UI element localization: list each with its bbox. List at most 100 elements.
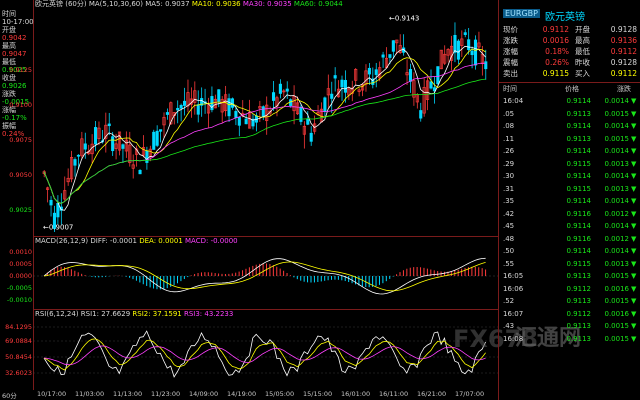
arrow-down-icon: ▼ [631,197,637,205]
candle-body [155,130,159,146]
rsi-y-tick: 69.0884 [5,337,32,345]
candle-body [176,107,180,111]
x-tick-label: 11/13:00 [113,390,143,398]
candle-body [374,69,378,75]
rsi3-value: RSI3: 43.2233 [183,310,234,318]
candlestick-chart[interactable]: ←0.9143 ←0.9007 [33,10,498,235]
macd-chart[interactable] [33,246,498,306]
rsi-legend: RSI(6,12,24) RSI1: 27.6629 RSI2: 37.1591… [35,310,233,319]
macd-y-tick: 0.0005 [9,260,32,268]
candle-body [121,144,125,149]
tick-row: .43 0.9113 0.0015 ▼ [503,322,637,330]
candle-body [333,75,337,79]
arrow-down-icon: ▼ [631,147,637,155]
ma5-value: MA5: 0.9037 [145,0,190,8]
x-tick-label: 16/21:00 [417,390,447,398]
candle-body [278,83,282,94]
ma5-line [43,45,486,211]
candle-body [484,61,488,70]
macd-y-tick: 0.0000 [9,272,32,280]
candle-body [340,79,344,88]
tick-row: .11 0.9113 0.0015 ▼ [503,134,637,143]
quote-row: 卖出 0.9115 买入 0.9112 [503,69,637,78]
arrow-down-icon: ▼ [631,172,637,180]
candle-body [367,67,371,75]
candle-body [56,203,60,218]
chart-title: 欧元英镑 (60分) [35,0,87,8]
candle-body [388,54,392,58]
info-label: 时间 [2,10,16,18]
ma10-line [43,48,486,204]
candle-body [456,40,460,60]
arrow-down-icon: ▼ [631,272,637,280]
rsi-chart[interactable] [33,319,498,389]
info-label: 收盘 [2,74,16,82]
candle-body [145,150,149,163]
x-tick-label: 15/15:00 [303,390,333,398]
arrow-down-icon: ▼ [631,322,637,330]
rsi-y-tick: 32.6023 [5,369,32,377]
x-tick-label: 15/05:00 [265,390,295,398]
y-tick-label: 0.9050 [9,171,32,179]
x-tick-label: 14/09:00 [189,390,219,398]
candle-body [152,131,156,150]
candle-body [234,111,238,118]
divider [499,82,640,83]
candle-body [271,92,276,101]
candle-body [244,118,248,125]
macd-legend: MACD(26,12,9) DIFF: -0.0001 DEA: 0.0001 … [35,237,238,246]
info-label: 涨跌 [2,90,16,98]
ma30-value: MA30: 0.9035 [242,0,292,8]
macd-y-tick: -0.0005 [6,284,32,292]
quote-row: 涨跌 0.0016 最高 0.9136 [503,36,637,45]
y-tick-label: 0.9100 [9,101,32,109]
info-value: 0.9047 [2,50,27,58]
arrow-down-icon: ▼ [631,222,637,230]
x-tick-label: 14/19:00 [227,390,257,398]
tick-row: 16:08 0.9113 0.0015 ▼ [503,334,637,343]
candle-body [237,116,241,126]
candle-body [93,127,98,145]
x-tick-label: 11/03:00 [75,390,105,398]
candle-body [227,98,231,117]
rsi-label: RSI(6,12,24) [35,310,79,318]
candle-body [182,100,187,106]
candle-body [285,88,289,92]
tick-row: 16:05 0.9113 0.0015 ▼ [503,272,637,280]
candle-body [179,105,183,109]
tick-row: .35 0.9114 0.0014 ▼ [503,197,637,205]
tick-row: .52 0.9113 0.0015 ▼ [503,297,637,305]
tick-row: .55 0.9115 0.0013 ▼ [503,259,637,268]
macd-diff: DIFF: -0.0001 [90,237,137,245]
candle-body [165,112,169,115]
arrow-down-icon: ▼ [631,234,637,243]
symbol-header[interactable]: EURGBP 欧元英镑 [499,8,640,23]
info-label: 开盘 [2,26,16,34]
candle-body [83,143,87,150]
arrow-down-icon: ▼ [631,284,637,293]
ma10-value: MA10: 0.9036 [191,0,241,8]
tick-row: .48 0.9116 0.0012 ▼ [503,234,637,243]
x-tick-label: 17/07:00 [455,390,485,398]
macd-y-tick: 0.0010 [9,248,32,256]
quote-row: 现价 0.9112 开盘 0.9128 [503,25,637,34]
quote-row: 震幅 0.26% 昨收 0.9128 [503,58,637,67]
low-marker: ←0.9007 [43,224,73,232]
period-selector[interactable]: 60分 [2,390,17,400]
candle-body [73,159,77,166]
tick-row: 16:07 0.9112 0.0016 ▼ [503,309,637,318]
tick-row: .08 0.9114 0.0014 ▼ [503,122,637,130]
quote-row: 涨幅 0.18% 最低 0.9112 [503,47,637,56]
candle-body [261,106,265,118]
y-tick-label: 0.9125 [9,66,32,74]
y-tick-label: 0.9075 [9,136,32,144]
info-value: -0.17% [2,114,27,122]
macd-dea: DEA: 0.0001 [139,237,183,245]
tick-row: 16:06 0.9112 0.0016 ▼ [503,284,637,293]
chart-area[interactable]: 欧元英镑 (60分) MA(5,10,30,60) MA5: 0.9037 MA… [33,0,538,390]
tick-row: .26 0.9114 0.0014 ▼ [503,147,637,155]
info-value: 10-17:00 [2,18,34,26]
arrow-down-icon: ▼ [631,97,637,105]
info-label: 最高 [2,42,16,50]
rsi1-value: RSI1: 27.6629 [80,310,131,318]
